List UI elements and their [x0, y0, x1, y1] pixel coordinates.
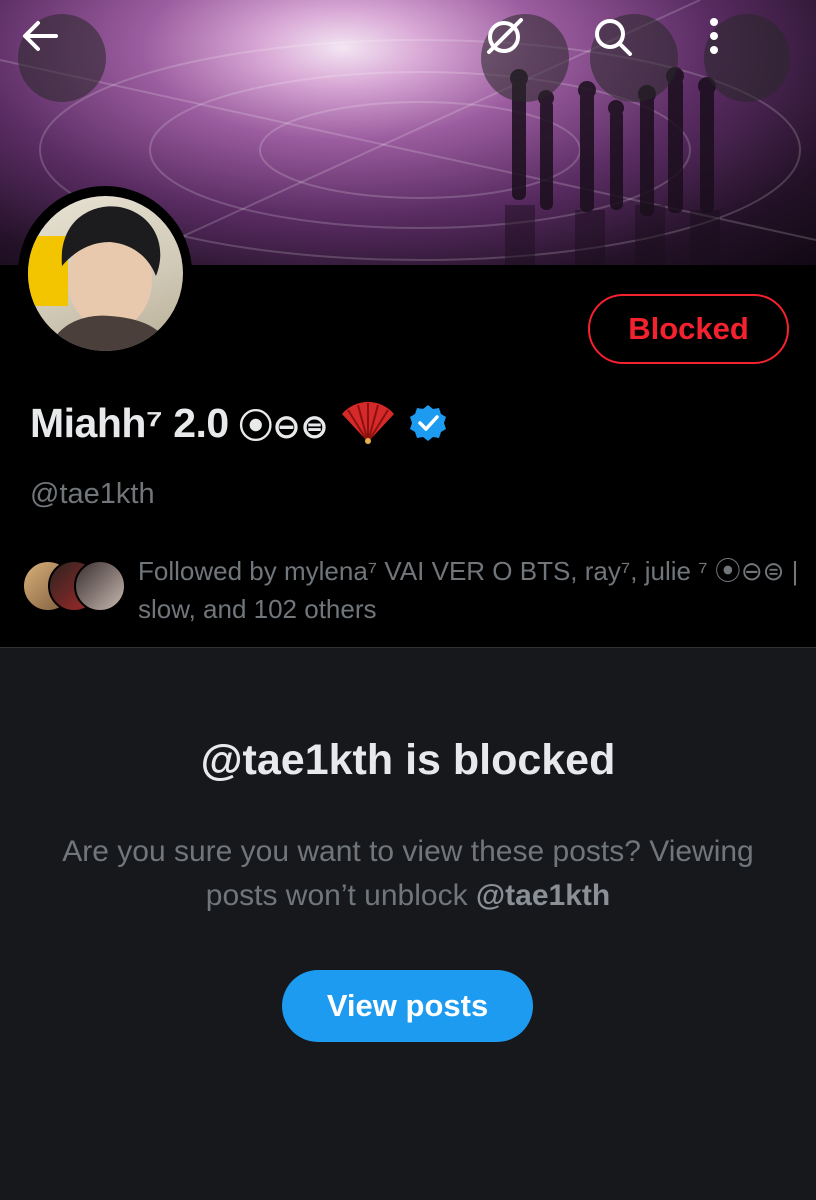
avatar[interactable] — [18, 186, 192, 360]
grok-button[interactable] — [481, 14, 569, 102]
display-name-row: Miahh⁷ 2.0 ⦿⊖⊜ — [30, 398, 448, 448]
blocked-description-handle: @tae1kth — [475, 879, 611, 912]
follower-avatar — [74, 560, 126, 612]
search-icon — [595, 19, 632, 56]
blocked-button[interactable]: Blocked — [588, 294, 789, 364]
followed-by-row[interactable]: Followed by mylena⁷ VAI VER O BTS, ray⁷,… — [22, 552, 802, 628]
name-symbols: ⦿⊖⊜ — [238, 406, 329, 447]
blocked-description-text: Are you sure you want to view these post… — [62, 835, 754, 912]
followed-by-avatars — [22, 560, 130, 616]
more-button[interactable] — [704, 14, 790, 102]
avatar-image — [27, 195, 183, 351]
verified-badge-icon[interactable] — [408, 403, 448, 443]
grok-icon — [487, 18, 523, 54]
blocked-description: Are you sure you want to view these post… — [40, 830, 776, 918]
blocked-title: @tae1kth is blocked — [200, 736, 616, 784]
fan-emoji-icon — [342, 401, 395, 444]
view-posts-button[interactable]: View posts — [282, 970, 533, 1042]
arrow-left-icon — [23, 21, 58, 51]
profile-handle: @tae1kth — [30, 478, 155, 510]
more-vertical-icon — [710, 18, 718, 54]
blocked-panel: @tae1kth is blocked Are you sure you wan… — [0, 647, 816, 1200]
back-button[interactable] — [18, 14, 106, 102]
followed-by-text: Followed by mylena⁷ VAI VER O BTS, ray⁷,… — [138, 556, 799, 624]
search-button[interactable] — [590, 14, 678, 102]
display-name: Miahh⁷ 2.0 — [30, 399, 229, 446]
